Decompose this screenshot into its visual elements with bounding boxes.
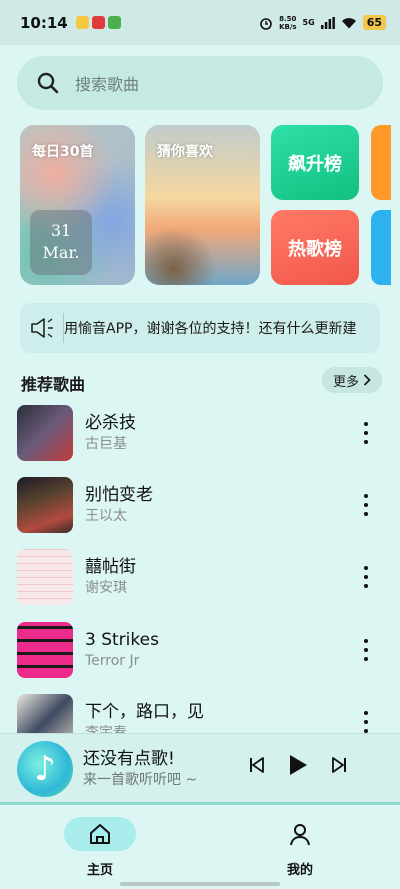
- nav-mine[interactable]: 我的: [245, 817, 355, 878]
- player-title: 还没有点歌!: [83, 748, 175, 769]
- card-label: 猜你喜欢: [157, 144, 213, 160]
- album-cover: [17, 549, 73, 605]
- search-bar[interactable]: 搜索歌曲: [17, 56, 383, 110]
- song-title: 别怕变老: [85, 485, 153, 505]
- play-button[interactable]: [288, 754, 308, 776]
- song-item[interactable]: 囍帖街 谢安琪: [17, 549, 383, 605]
- more-options-icon[interactable]: [359, 491, 373, 519]
- guess-you-like-card[interactable]: 猜你喜欢: [145, 125, 260, 285]
- more-card-edge[interactable]: [371, 210, 391, 285]
- speaker-icon: [20, 313, 64, 343]
- section-title: 推荐歌曲: [21, 375, 86, 394]
- card-label: 每日30首: [32, 144, 94, 160]
- album-cover: [17, 405, 73, 461]
- album-cover: [17, 477, 73, 533]
- notification-app-icon: [75, 16, 89, 29]
- hot-songs-chart-card[interactable]: 热歌榜: [271, 210, 359, 285]
- home-icon: [90, 824, 110, 844]
- notice-text: 用愉音APP，谢谢各位的支持！还有什么更新建: [64, 321, 357, 337]
- song-artist: Terror Jr: [85, 653, 140, 669]
- category-cards: 每日30首 31 Mar. 猜你喜欢 飙升榜 热歌榜: [20, 125, 400, 285]
- song-item[interactable]: 3 Strikes Terror Jr: [17, 622, 383, 678]
- skip-next-icon: [332, 757, 346, 773]
- song-item[interactable]: 别怕变老 王以太: [17, 477, 383, 533]
- previous-track-button[interactable]: [248, 756, 266, 774]
- song-artist: 古巨基: [85, 436, 127, 452]
- user-icon: [290, 824, 310, 846]
- nav-mine-label: 我的: [286, 863, 313, 878]
- song-title: 囍帖街: [85, 557, 136, 577]
- network-type: 5G: [302, 18, 315, 27]
- card-label: 飙升榜: [288, 153, 342, 175]
- next-track-button[interactable]: [330, 756, 348, 774]
- more-options-icon[interactable]: [359, 708, 373, 736]
- home-indicator: [120, 882, 280, 886]
- nav-home[interactable]: 主页: [45, 817, 155, 878]
- status-bar: 10:14 8.50 KB/s 5G 65: [0, 0, 400, 45]
- bottom-navigation: 主页 我的: [0, 805, 400, 889]
- more-button[interactable]: 更多: [322, 367, 382, 393]
- play-icon: [290, 755, 307, 775]
- notification-app-icon: [91, 16, 105, 29]
- chevron-right-icon: [363, 374, 371, 386]
- search-input[interactable]: 搜索歌曲: [75, 71, 139, 95]
- more-options-icon[interactable]: [359, 563, 373, 591]
- music-note-icon: ♪: [17, 740, 73, 797]
- more-label: 更多: [332, 374, 359, 390]
- date-badge: 31 Mar.: [30, 210, 92, 275]
- status-time: 10:14: [20, 13, 68, 32]
- song-artist: 王以太: [85, 508, 127, 524]
- more-options-icon[interactable]: [359, 419, 373, 447]
- signal-icon: [320, 16, 335, 29]
- daily-30-card[interactable]: 每日30首 31 Mar.: [20, 125, 135, 285]
- battery-indicator: 65: [362, 15, 386, 30]
- player-subtitle: 来一首歌听听吧 ~: [83, 771, 198, 788]
- net-speed: 8.50 KB/s: [279, 14, 297, 31]
- nav-home-label: 主页: [86, 863, 113, 878]
- album-cover: [17, 622, 73, 678]
- rising-chart-card[interactable]: 飙升榜: [271, 125, 359, 200]
- song-title: 下个，路口，见: [85, 702, 204, 722]
- mini-player[interactable]: ♪ 还没有点歌! 来一首歌听听吧 ~: [0, 733, 400, 803]
- card-label: 热歌榜: [288, 238, 342, 260]
- skip-previous-icon: [250, 757, 264, 773]
- song-title: 必杀技: [85, 413, 136, 433]
- wifi-icon: [341, 17, 356, 28]
- song-item[interactable]: 必杀技 古巨基: [17, 405, 383, 461]
- notification-app-icon: [107, 16, 121, 29]
- search-icon: [37, 72, 59, 94]
- song-artist: 谢安琪: [85, 580, 127, 596]
- notice-bar[interactable]: 用愉音APP，谢谢各位的支持！还有什么更新建: [20, 303, 380, 353]
- alarm-icon: [260, 17, 272, 30]
- more-card-edge[interactable]: [371, 125, 391, 200]
- song-title: 3 Strikes: [85, 630, 159, 650]
- more-options-icon[interactable]: [359, 636, 373, 664]
